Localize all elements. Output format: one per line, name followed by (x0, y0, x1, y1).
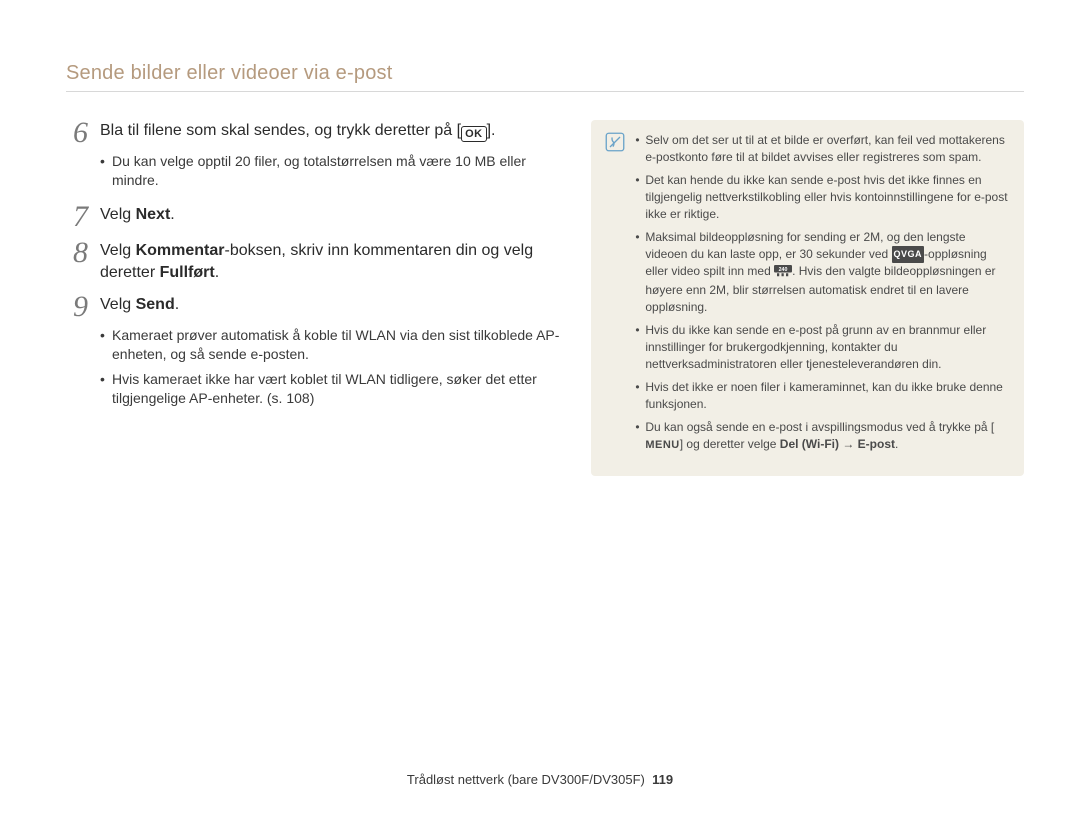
step-number: 7 (66, 204, 88, 230)
note-6-mid: ] og deretter velge (680, 437, 780, 451)
step-7-after: . (170, 206, 174, 223)
note-icon (605, 132, 625, 460)
title-rule (66, 91, 1024, 92)
left-column: 6 Bla til filene som skal sendes, og try… (66, 120, 575, 422)
menu-icon: MENU (645, 437, 679, 454)
step-8: 8 Velg Kommentar-boksen, skriv inn komme… (66, 240, 575, 284)
list-item: Kameraet prøver automatisk å koble til W… (100, 326, 575, 364)
footer-line: Trådløst nettverk (bare DV300F/DV305F) (407, 772, 645, 787)
step-8-body: Velg Kommentar-boksen, skriv inn komment… (100, 240, 575, 284)
step-6: 6 Bla til filene som skal sendes, og try… (66, 120, 575, 146)
step-6-body: Bla til filene som skal sendes, og trykk… (100, 120, 495, 142)
step-6-text-before: Bla til filene som skal sendes, og trykk… (100, 122, 461, 139)
note-box: Selv om det ser ut til at et bilde er ov… (591, 120, 1024, 476)
content-columns: 6 Bla til filene som skal sendes, og try… (66, 120, 1024, 476)
step-7-bold: Next (136, 206, 171, 223)
list-item: Maksimal bildeoppløsning for sending er … (635, 229, 1010, 316)
list-item: Hvis det ikke er noen filer i kameraminn… (635, 379, 1010, 413)
step-8-bold-a: Kommentar (136, 242, 225, 259)
step-9: 9 Velg Send. (66, 294, 575, 320)
list-item: Det kan hende du ikke kan sende e-post h… (635, 172, 1010, 223)
step-7: 7 Velg Next. (66, 204, 575, 230)
note-6-post: . (895, 437, 898, 451)
step-7-text: Velg (100, 206, 136, 223)
step-number: 8 (66, 240, 88, 266)
page-number: 119 (652, 772, 673, 787)
list-item: Selv om det ser ut til at et bilde er ov… (635, 132, 1010, 166)
step-9-body: Velg Send. (100, 294, 179, 316)
step-8-bold-b: Fullført (160, 264, 215, 281)
right-column: Selv om det ser ut til at et bilde er ov… (591, 120, 1024, 476)
badge-240-icon: 240 (774, 265, 792, 282)
step-9-text: Velg (100, 296, 136, 313)
svg-text:240: 240 (779, 267, 788, 273)
step-9-bold: Send (136, 296, 175, 313)
ok-icon: OK (461, 126, 487, 142)
note-6-pre: Du kan også sende en e-post i avspilling… (645, 420, 994, 434)
step-9-bullets: Kameraet prøver automatisk å koble til W… (66, 326, 575, 408)
step-number: 6 (66, 120, 88, 146)
list-item: Hvis kameraet ikke har vært koblet til W… (100, 370, 575, 408)
step-7-body: Velg Next. (100, 204, 175, 226)
list-item: Hvis du ikke kan sende en e-post på grun… (635, 322, 1010, 373)
note-list: Selv om det ser ut til at et bilde er ov… (635, 132, 1010, 460)
step-9-after: . (175, 296, 179, 313)
step-8-after: . (215, 264, 219, 281)
step-6-bullets: Du kan velge opptil 20 filer, og totalst… (66, 152, 575, 190)
page-title: Sende bilder eller videoer via e-post (66, 62, 1024, 85)
step-number: 9 (66, 294, 88, 320)
page-footer: Trådløst nettverk (bare DV300F/DV305F) 1… (0, 772, 1080, 787)
note-6-bold: Del (Wi-Fi) → E-post (780, 437, 895, 451)
list-item: Du kan velge opptil 20 filer, og totalst… (100, 152, 575, 190)
qvga-icon: QVGA (892, 246, 925, 263)
step-6-text-after: ]. (487, 122, 496, 139)
list-item: Du kan også sende en e-post i avspilling… (635, 419, 1010, 454)
step-8-text-a: Velg (100, 242, 136, 259)
